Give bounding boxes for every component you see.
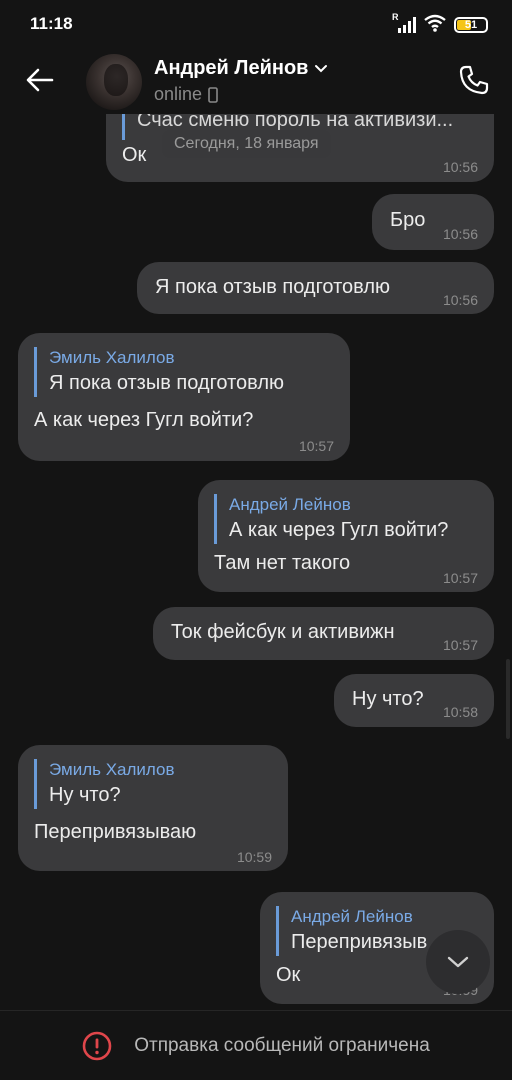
chevron-down-icon bbox=[447, 956, 469, 968]
message-text: А как через Гугл войти? bbox=[34, 409, 254, 431]
quote-text: Я пока отзыв подготовлю bbox=[49, 372, 285, 394]
quote-text: Ну что? bbox=[49, 784, 121, 806]
battery-icon: 51 bbox=[454, 17, 488, 33]
avatar[interactable] bbox=[86, 54, 142, 110]
quote-author: Эмиль Халилов bbox=[49, 760, 175, 779]
status-text: online bbox=[154, 84, 203, 104]
quote-text: Перепривязыв bbox=[291, 931, 428, 953]
chat-header: Андрей Лейнов online bbox=[0, 48, 512, 114]
status-bar: 11:18 R 51 bbox=[0, 0, 512, 48]
date-separator: Сегодня, 18 января bbox=[162, 130, 331, 158]
reply-quote[interactable]: Эмиль Халилов Ну что? bbox=[34, 759, 175, 809]
message-time: 10:57 bbox=[442, 637, 478, 653]
scrollbar[interactable] bbox=[506, 659, 510, 739]
message-outgoing[interactable]: Бро 10:56 bbox=[372, 194, 494, 250]
message-text: Перепривязываю bbox=[34, 821, 197, 843]
message-outgoing[interactable]: Я пока отзыв подготовлю 10:56 bbox=[137, 262, 494, 314]
quote-text: А как через Гугл войти? bbox=[229, 519, 449, 541]
call-button[interactable] bbox=[456, 62, 492, 98]
message-text: Ок bbox=[276, 964, 301, 986]
message-time: 10:56 bbox=[442, 226, 478, 242]
message-time: 10:58 bbox=[442, 704, 478, 720]
status-icons: R 51 bbox=[392, 12, 488, 37]
message-time: 10:57 bbox=[298, 438, 334, 454]
message-incoming[interactable]: Эмиль Халилов Я пока отзыв подготовлю А … bbox=[18, 333, 350, 461]
signal-icon: R bbox=[392, 12, 416, 34]
message-outgoing[interactable]: Андрей Лейнов А как через Гугл войти? Та… bbox=[198, 480, 494, 592]
reply-quote[interactable]: Эмиль Халилов Я пока отзыв подготовлю bbox=[34, 347, 284, 397]
message-text: Там нет такого bbox=[214, 552, 351, 574]
message-text: Бро bbox=[390, 209, 426, 231]
message-list[interactable]: Счас сменю пороль на активизи... Ок 10:5… bbox=[0, 114, 512, 1010]
messaging-restricted-bar: Отправка сообщений ограничена bbox=[0, 1010, 512, 1080]
message-text: Ок bbox=[122, 144, 147, 166]
battery-level: 51 bbox=[464, 19, 478, 31]
contact-name: Андрей Лейнов bbox=[154, 57, 309, 79]
contact-name-button[interactable]: Андрей Лейнов bbox=[154, 57, 328, 80]
message-text: Я пока отзыв подготовлю bbox=[155, 276, 391, 298]
message-incoming[interactable]: Эмиль Халилов Ну что? Перепривязываю 10:… bbox=[18, 745, 288, 871]
quote-author: Андрей Лейнов bbox=[291, 907, 413, 926]
phone-icon bbox=[459, 65, 489, 95]
message-time: 10:56 bbox=[442, 159, 478, 175]
arrow-left-icon bbox=[26, 68, 54, 92]
network-label: R bbox=[392, 12, 399, 22]
back-button[interactable] bbox=[22, 62, 58, 98]
message-time: 10:56 bbox=[442, 292, 478, 308]
message-text: Ну что? bbox=[352, 688, 424, 710]
warning-icon bbox=[82, 1031, 112, 1060]
quote-author: Андрей Лейнов bbox=[229, 495, 351, 514]
scroll-down-button[interactable] bbox=[426, 930, 490, 994]
status-time: 11:18 bbox=[30, 14, 73, 33]
contact-status: online bbox=[154, 84, 218, 105]
wifi-icon bbox=[424, 14, 446, 37]
restriction-notice: Отправка сообщений ограничена bbox=[134, 1034, 430, 1056]
reply-quote[interactable]: Андрей Лейнов Перепривязыв bbox=[276, 906, 446, 956]
mobile-device-icon bbox=[208, 86, 218, 103]
chevron-down-icon bbox=[315, 64, 328, 72]
reply-quote[interactable]: Андрей Лейнов А как через Гугл войти? bbox=[214, 494, 448, 544]
message-text: Ток фейсбук и активижн bbox=[171, 621, 395, 643]
message-time: 10:57 bbox=[442, 570, 478, 586]
message-outgoing[interactable]: Ну что? 10:58 bbox=[334, 674, 494, 727]
message-outgoing[interactable]: Ток фейсбук и активижн 10:57 bbox=[153, 607, 494, 660]
quote-author: Эмиль Халилов bbox=[49, 348, 175, 367]
message-time: 10:59 bbox=[236, 849, 272, 865]
